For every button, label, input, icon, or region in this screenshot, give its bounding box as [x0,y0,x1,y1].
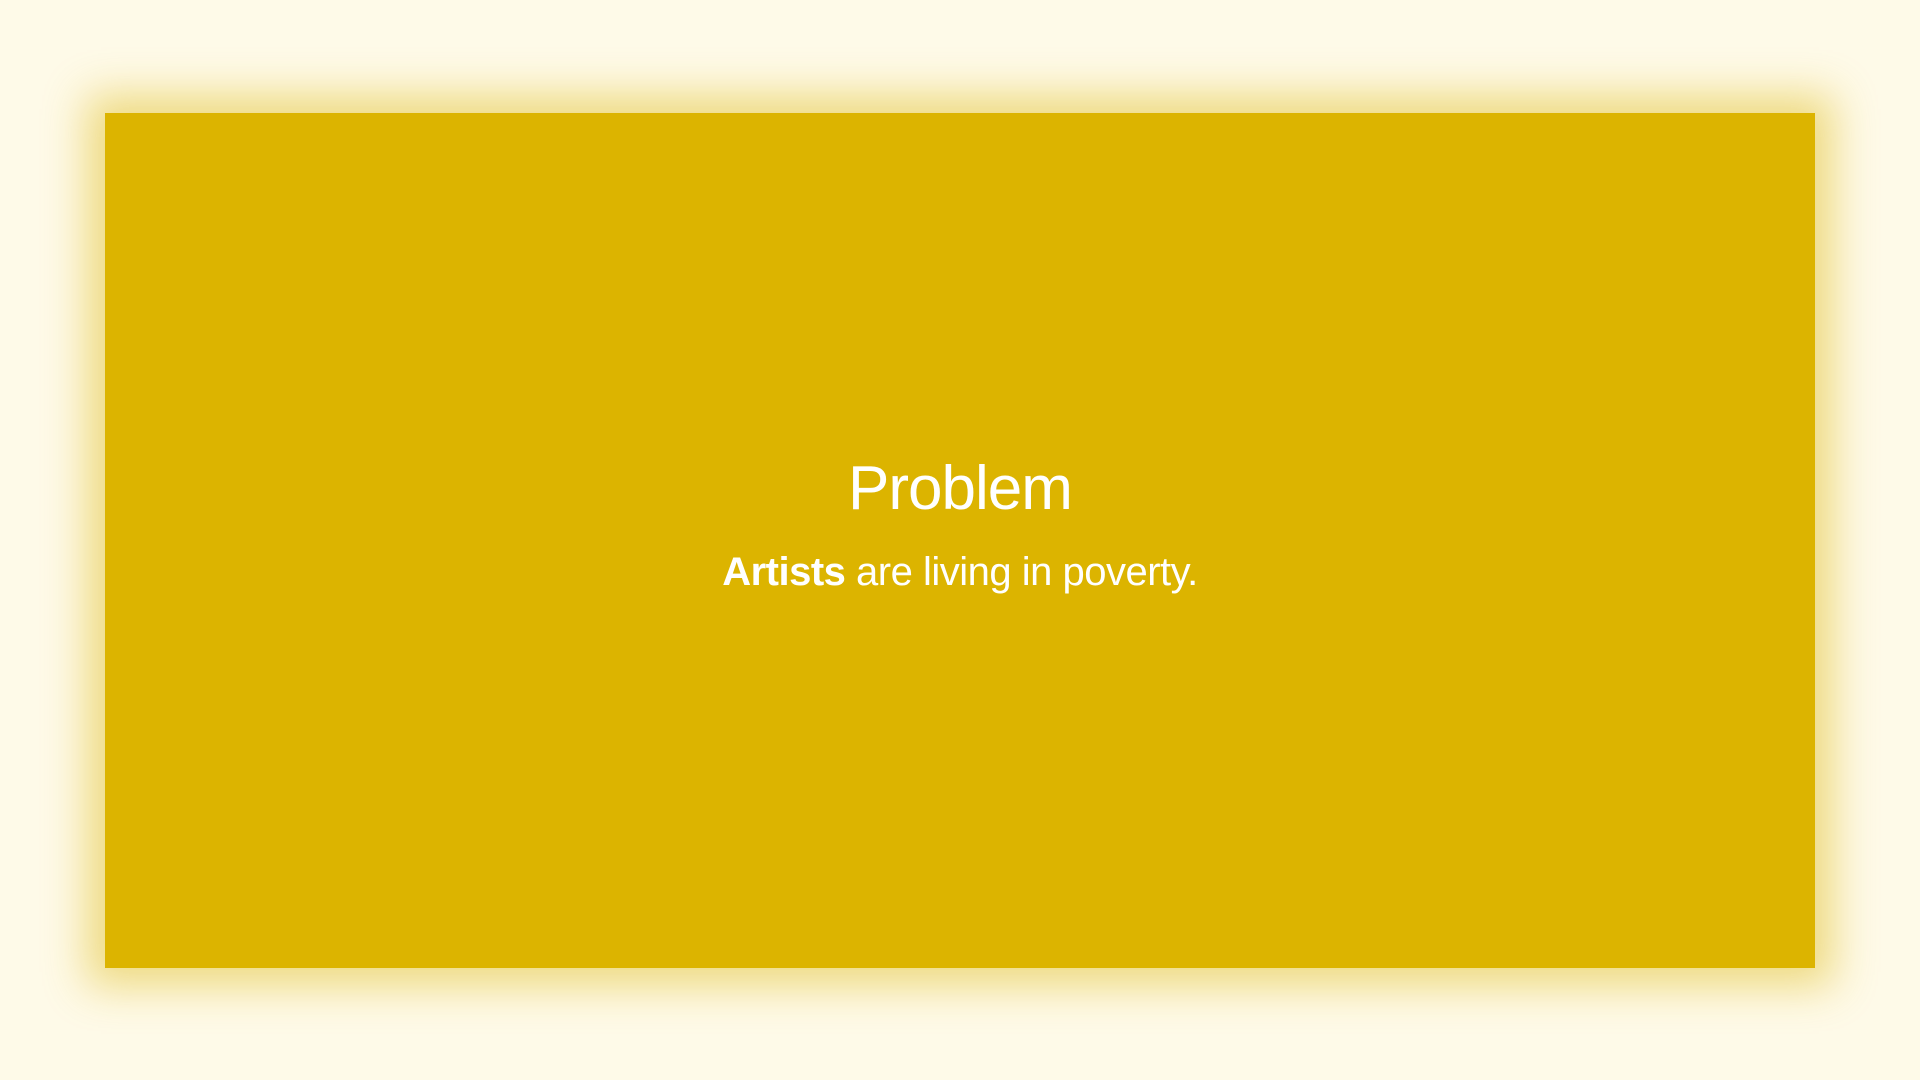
subtitle-emphasis: Artists [722,549,846,594]
slide-title: Problem [848,454,1073,524]
subtitle-text: are living in poverty. [845,549,1198,594]
slide-content: Problem Artists are living in poverty. [722,455,1198,595]
slide-subtitle: Artists are living in poverty. [722,548,1198,596]
slide-card: Problem Artists are living in poverty. [105,113,1815,968]
